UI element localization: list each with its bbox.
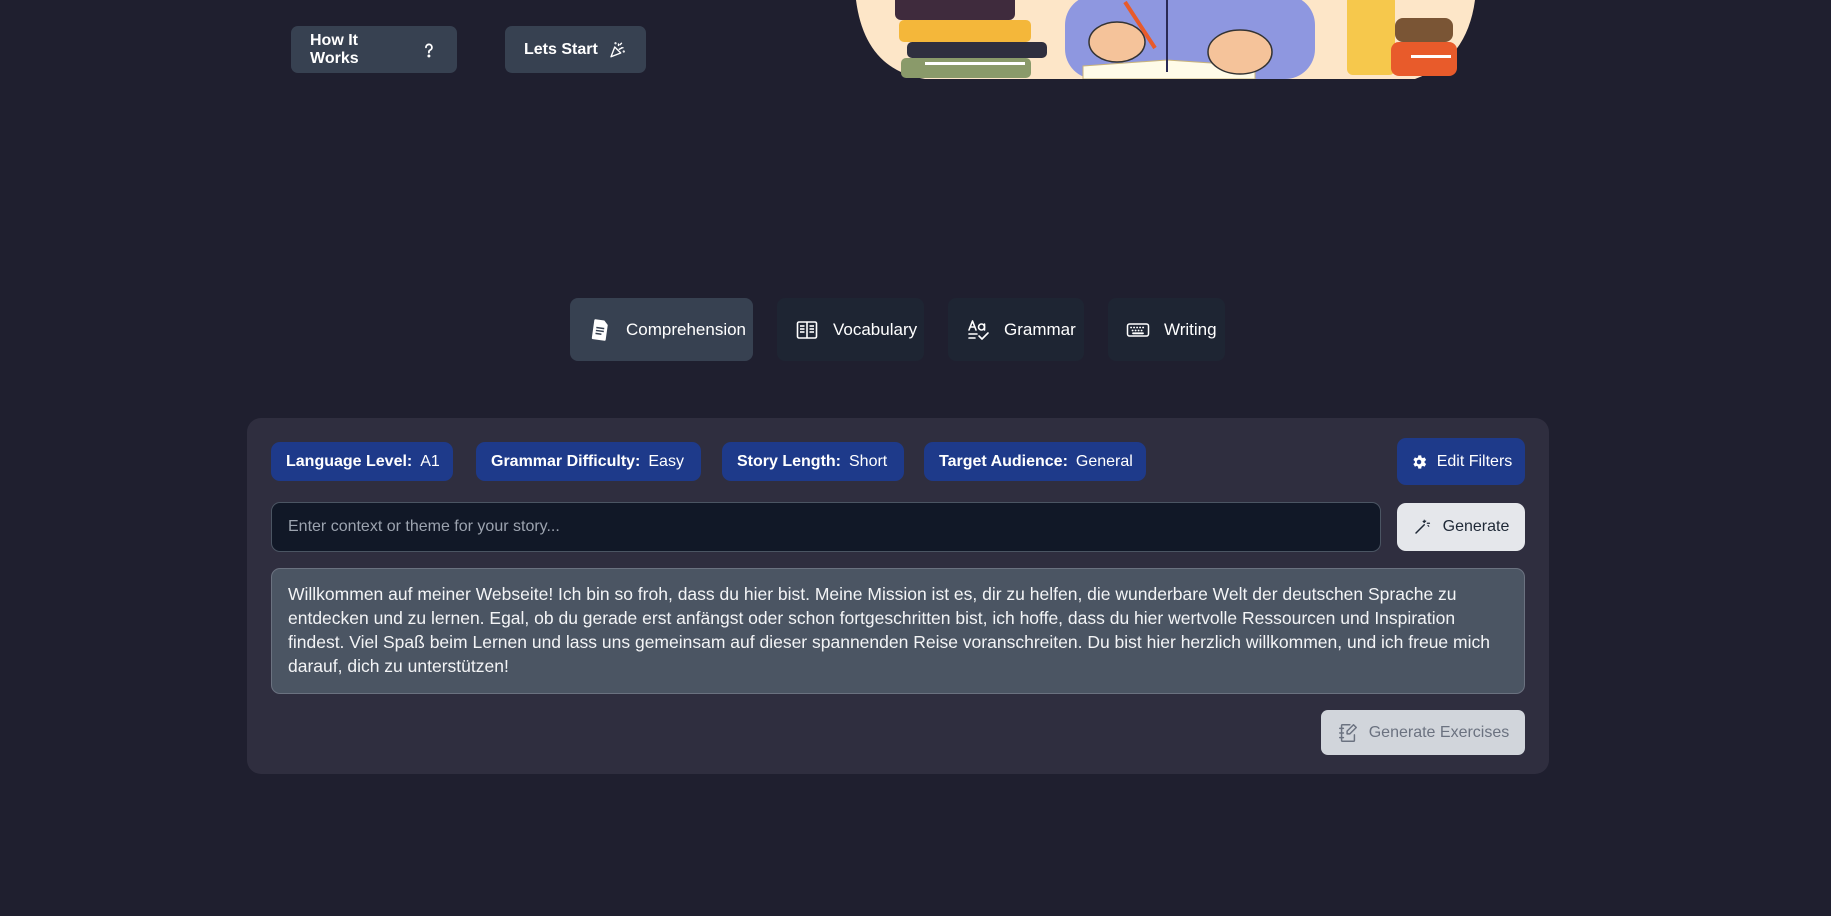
edit-filters-button[interactable]: Edit Filters [1397, 438, 1525, 485]
study-illustration [855, 0, 1477, 79]
filter-key: Story Length: [737, 452, 841, 470]
tab-label: Comprehension [626, 319, 747, 339]
document-icon [591, 318, 608, 341]
story-text-area[interactable]: Willkommen auf meiner Webseite! Ich bin … [271, 568, 1525, 694]
party-popper-icon [610, 41, 625, 57]
how-it-works-label: How It Works [310, 31, 359, 67]
gear-icon [1413, 454, 1426, 469]
question-mark-icon [425, 43, 433, 57]
book-open-icon [796, 320, 818, 339]
tab-grammar[interactable]: Grammar [948, 298, 1084, 361]
filter-key: Target Audience: [939, 452, 1068, 470]
tab-vocabulary[interactable]: Vocabulary [777, 298, 924, 361]
filter-value: Easy [648, 452, 684, 470]
notebook-edit-icon [1338, 723, 1357, 742]
spellcheck-icon [968, 319, 989, 340]
filter-chip-target-audience: Target Audience: General [924, 442, 1146, 481]
lets-start-label: Lets Start [524, 40, 598, 58]
keyboard-icon [1126, 322, 1150, 337]
generate-exercises-button[interactable]: Generate Exercises [1321, 710, 1525, 755]
generate-button[interactable]: Generate [1397, 503, 1525, 551]
generate-label: Generate [1442, 518, 1510, 535]
filter-value: Short [849, 452, 888, 470]
edit-filters-label: Edit Filters [1436, 452, 1513, 470]
filter-chip-grammar-difficulty: Grammar Difficulty: Easy [476, 442, 701, 481]
lets-start-button[interactable]: Lets Start [505, 26, 646, 73]
tab-label: Writing [1164, 319, 1217, 339]
how-it-works-button[interactable]: How It Works [291, 26, 457, 73]
filter-value: General [1075, 452, 1133, 470]
filter-chip-language-level: Language Level: A1 [271, 442, 453, 481]
tab-writing[interactable]: Writing [1108, 298, 1225, 361]
magic-wand-icon [1414, 519, 1430, 534]
filter-chip-story-length: Story Length: Short [722, 442, 904, 481]
filter-key: Grammar Difficulty: [491, 452, 641, 470]
filter-value: A1 [420, 452, 440, 470]
story-generator-panel: Language Level: A1 Grammar Difficulty: E… [247, 418, 1549, 774]
tab-label: Grammar [1004, 319, 1076, 339]
tab-comprehension[interactable]: Comprehension [570, 298, 753, 361]
filter-key: Language Level: [286, 452, 413, 470]
story-context-input[interactable] [271, 502, 1381, 552]
tab-label: Vocabulary [833, 319, 918, 339]
generate-exercises-label: Generate Exercises [1368, 723, 1510, 741]
